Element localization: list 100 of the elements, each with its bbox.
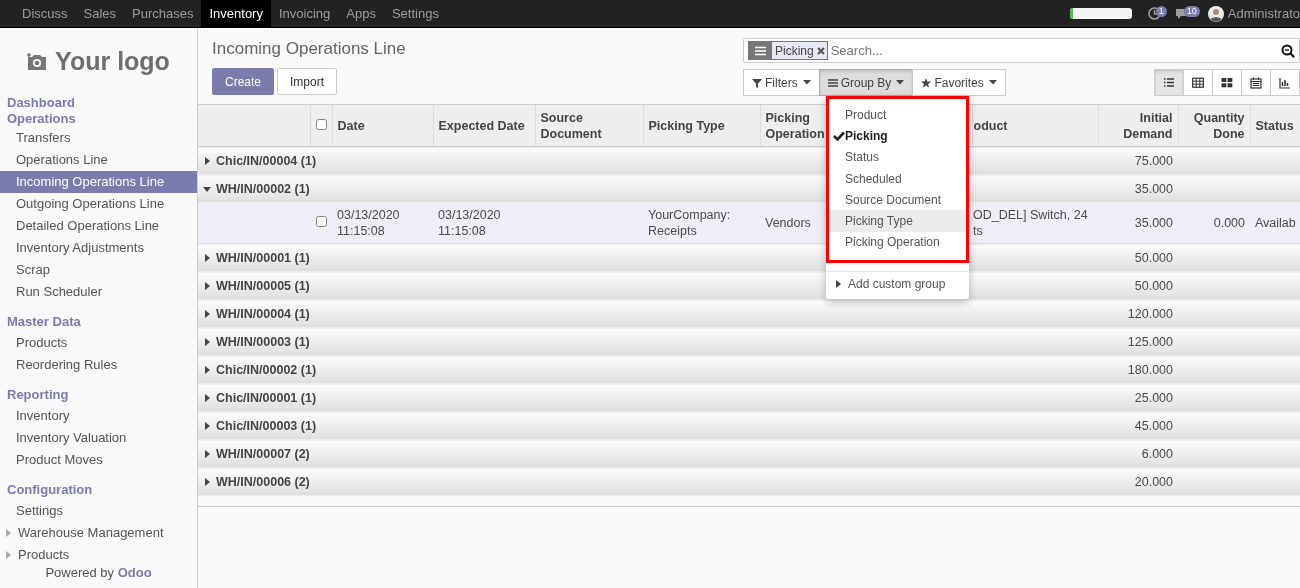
menu-option[interactable]: Status bbox=[829, 146, 966, 168]
app-menu-item[interactable]: Sales bbox=[75, 0, 125, 27]
sidebar-item[interactable]: Operations Line bbox=[0, 149, 197, 172]
group-row-label[interactable]: WH/IN/00001 (1) bbox=[216, 250, 310, 265]
action-button[interactable]: Import bbox=[277, 68, 338, 95]
menu-section-header[interactable]: Master Data bbox=[0, 314, 197, 331]
dropdown-button[interactable]: Group By bbox=[818, 69, 914, 96]
caret-icon bbox=[802, 80, 811, 85]
menu-option[interactable]: Source Document bbox=[829, 189, 966, 211]
table-cell: 0.000 bbox=[1213, 216, 1245, 230]
sidebar-item[interactable]: Transfers bbox=[0, 127, 197, 150]
group-total: 45.000 bbox=[1134, 418, 1173, 433]
group-row-label[interactable]: WH/IN/00004 (1) bbox=[216, 306, 310, 321]
group-total: 50.000 bbox=[1134, 250, 1173, 265]
menu-option[interactable]: Add custom group bbox=[848, 277, 946, 292]
dropdown-button[interactable]: Filters bbox=[743, 69, 820, 96]
group-row-label[interactable]: WH/IN/00006 (2) bbox=[216, 474, 310, 489]
view-switch-button[interactable] bbox=[1183, 69, 1213, 96]
sidebar-item[interactable]: Products bbox=[18, 544, 70, 567]
view-switch-button[interactable] bbox=[1212, 69, 1242, 96]
sidebar-item[interactable]: Product Moves bbox=[0, 449, 197, 472]
table-cell: Vendors bbox=[765, 216, 811, 230]
page-title: Incoming Operations Line bbox=[212, 39, 407, 59]
avatar-icon bbox=[1207, 5, 1224, 22]
view-switch-button[interactable] bbox=[1241, 69, 1271, 96]
group-total: 125.000 bbox=[1127, 334, 1173, 349]
sidebar-item[interactable]: Warehouse Management bbox=[18, 522, 164, 545]
list-icon bbox=[755, 45, 766, 56]
app-menu-item[interactable]: Settings bbox=[383, 0, 447, 27]
caret-icon bbox=[896, 80, 905, 85]
notification-badge: 10 bbox=[1183, 6, 1200, 17]
app-menu-item[interactable]: Purchases bbox=[124, 0, 202, 27]
notification-badge: 1 bbox=[1155, 6, 1167, 17]
app-menu-item[interactable]: Invoicing bbox=[270, 0, 339, 27]
sidebar-item[interactable]: Outgoing Operations Line bbox=[0, 193, 197, 216]
grid-view-icon bbox=[1192, 76, 1204, 89]
sidebar-item[interactable]: Run Scheduler bbox=[0, 281, 197, 304]
kanban-view-icon bbox=[1221, 76, 1233, 89]
search-icon bbox=[1281, 43, 1295, 58]
star-icon bbox=[921, 77, 932, 88]
app-menu-item[interactable]: Inventory bbox=[201, 0, 271, 27]
app-menu-item[interactable]: Discuss bbox=[14, 0, 76, 27]
group-row-label[interactable]: Chic/IN/00003 (1) bbox=[216, 418, 317, 433]
view-switch-button[interactable] bbox=[1270, 69, 1300, 96]
menu-option[interactable]: Product bbox=[829, 104, 966, 126]
group-total: 180.000 bbox=[1127, 362, 1173, 377]
menu-section-header[interactable]: Dashboard bbox=[0, 95, 197, 112]
menu-option[interactable]: Picking bbox=[829, 125, 966, 147]
dropdown-button[interactable]: Favorites bbox=[912, 69, 1006, 96]
checkbox[interactable] bbox=[315, 216, 327, 227]
list-view-icon bbox=[1163, 76, 1175, 89]
group-row-label[interactable]: WH/IN/00003 (1) bbox=[216, 334, 310, 349]
view-switch-button[interactable] bbox=[1154, 69, 1184, 96]
user-name[interactable]: Administrato bbox=[1227, 6, 1300, 21]
table-cell: YourCompany: Receipts bbox=[648, 208, 731, 238]
sidebar-item[interactable]: Settings bbox=[0, 500, 197, 523]
group-row-label[interactable]: WH/IN/00002 (1) bbox=[216, 181, 310, 196]
menu-section-header[interactable]: Reporting bbox=[0, 387, 197, 404]
table-cell: 03/13/2020 11:15:08 bbox=[337, 208, 400, 238]
menu-option[interactable]: Scheduled bbox=[829, 167, 966, 190]
app-menu-item[interactable]: Apps bbox=[338, 0, 384, 27]
sidebar-item[interactable]: Inventory bbox=[0, 405, 197, 428]
powered-by-text: Powered by Odoo bbox=[44, 566, 153, 583]
sidebar-item[interactable]: Inventory Adjustments bbox=[0, 237, 197, 260]
group-row-label[interactable]: Chic/IN/00001 (1) bbox=[216, 390, 317, 405]
group-row-label[interactable]: WH/IN/00005 (1) bbox=[216, 278, 310, 293]
camera-icon bbox=[27, 51, 48, 72]
group-total: 6.000 bbox=[1141, 446, 1173, 461]
close-icon bbox=[816, 46, 825, 55]
checkbox[interactable] bbox=[315, 118, 327, 130]
action-button[interactable]: Create bbox=[212, 68, 275, 95]
group-row-label[interactable]: Chic/IN/00004 (1) bbox=[216, 153, 317, 168]
group-total: 20.000 bbox=[1134, 474, 1173, 489]
search-facet[interactable]: Picking bbox=[748, 41, 828, 60]
calendar-view-icon bbox=[1250, 76, 1262, 89]
sidebar-item[interactable]: Incoming Operations Line bbox=[0, 171, 197, 194]
group-total: 75.000 bbox=[1134, 153, 1173, 168]
table-cell: 03/13/2020 11:15:08 bbox=[438, 208, 501, 238]
menu-icon bbox=[827, 77, 838, 88]
bar-chart-view-icon bbox=[1279, 76, 1291, 89]
sidebar-item[interactable]: Detailed Operations Line bbox=[0, 215, 197, 238]
sidebar-item[interactable]: Inventory Valuation bbox=[0, 427, 197, 450]
table-cell: Availab bbox=[1255, 216, 1296, 230]
check-icon bbox=[833, 130, 845, 141]
caret-icon bbox=[834, 280, 842, 289]
group-row-label[interactable]: WH/IN/00007 (2) bbox=[216, 446, 310, 461]
menu-option[interactable]: Picking Type bbox=[829, 210, 966, 232]
table-cell: 35.000 bbox=[1134, 216, 1173, 230]
table-cell: OD_DEL] Switch, 24 ts bbox=[973, 208, 1088, 238]
menu-option[interactable]: Picking Operation bbox=[829, 231, 966, 254]
search-field[interactable]: Picking Search... bbox=[743, 38, 1300, 63]
menu-section-header[interactable]: Operations bbox=[0, 111, 197, 128]
group-row-label[interactable]: Chic/IN/00002 (1) bbox=[216, 362, 317, 377]
sidebar-item[interactable]: Scrap bbox=[0, 259, 197, 282]
sidebar-item[interactable]: Products bbox=[0, 332, 197, 355]
menu-section-header[interactable]: Configuration bbox=[0, 482, 197, 499]
caret-icon bbox=[988, 80, 997, 85]
sidebar-item[interactable]: Reordering Rules bbox=[0, 354, 197, 377]
group-total: 50.000 bbox=[1134, 278, 1173, 293]
filter-icon bbox=[752, 77, 762, 88]
